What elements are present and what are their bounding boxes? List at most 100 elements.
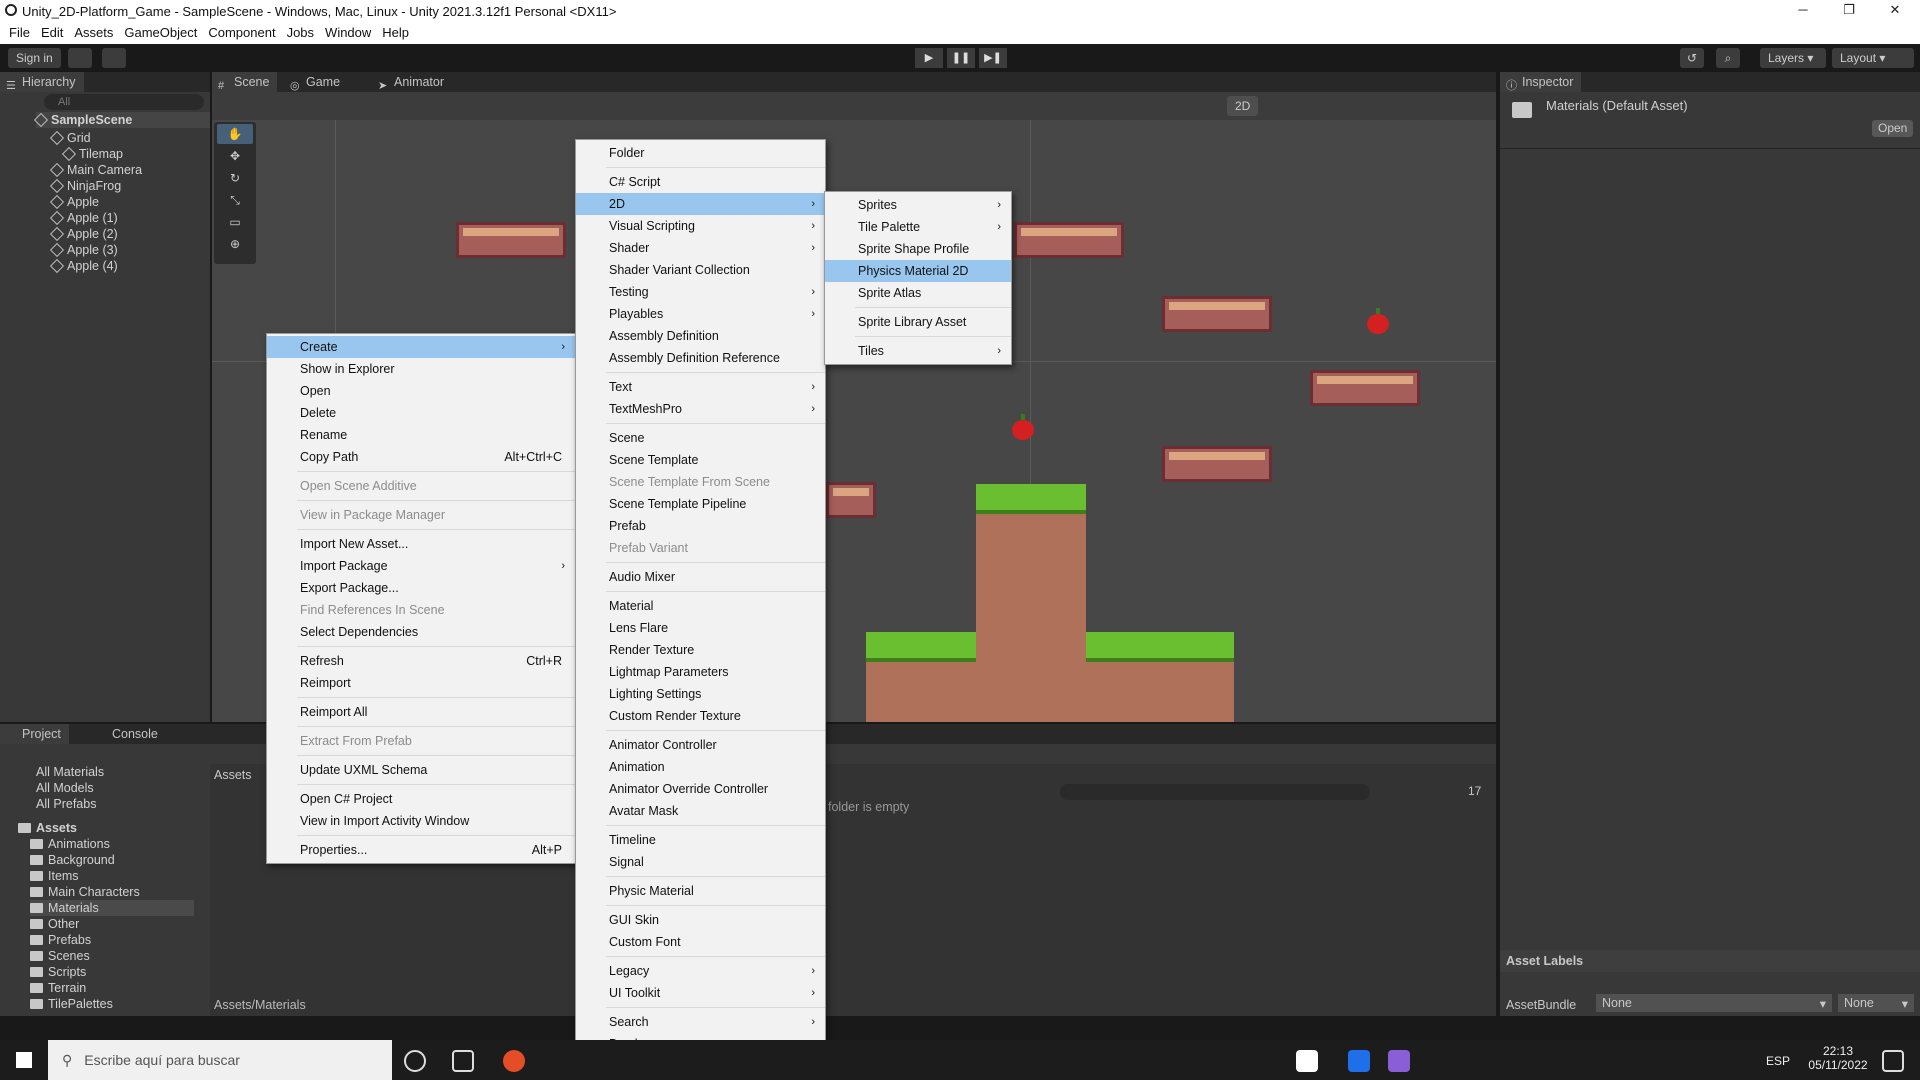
hierarchy-item[interactable]: Apple (4) [49,258,118,274]
project-search-input[interactable] [1060,784,1370,800]
transform-tool-icon[interactable]: ⊕ [217,234,253,254]
assets-root-folder[interactable]: Assets [18,820,77,836]
pause-button[interactable]: ❚❚ [947,48,975,68]
menu-item-audio-mixer[interactable]: Audio Mixer [576,566,825,588]
history-icon[interactable]: ↺ [1680,48,1704,68]
menu-item-update-uxml-schema[interactable]: Update UXML Schema [267,759,575,781]
tab-console[interactable]: Console [90,724,166,744]
menu-item-custom-font[interactable]: Custom Font [576,931,825,953]
tab-scene[interactable]: # Scene [212,72,278,92]
menu-item-shader-variant-collection[interactable]: Shader Variant Collection [576,259,825,281]
menu-item-custom-render-texture[interactable]: Custom Render Texture [576,705,825,727]
menu-item-assembly-definition-reference[interactable]: Assembly Definition Reference [576,347,825,369]
layout-dropdown[interactable]: Layout ▾ [1832,48,1914,68]
hierarchy-item[interactable]: NinjaFrog [49,178,121,194]
menu-item-sprite-shape-profile[interactable]: Sprite Shape Profile [825,238,1011,260]
folder-item[interactable]: TilePalettes [30,996,113,1012]
tab-animator[interactable]: ➤ Animator [372,72,452,92]
cloud-icon[interactable] [68,48,92,68]
step-button[interactable]: ▶❚ [979,48,1007,68]
hierarchy-item[interactable]: Apple (3) [49,242,118,258]
menu-item-open[interactable]: Open [267,380,575,402]
menu-file[interactable]: File [9,22,30,44]
menu-item-timeline[interactable]: Timeline [576,829,825,851]
hand-tool-icon[interactable]: ✋ [217,124,253,144]
rotate-tool-icon[interactable]: ↻ [217,168,253,188]
open-button[interactable]: Open [1872,120,1914,137]
scale-tool-icon[interactable]: ⤡ [217,190,253,210]
vscode-icon[interactable] [1348,1050,1370,1072]
menu-item-animator-controller[interactable]: Animator Controller [576,734,825,756]
hierarchy-item[interactable]: Tilemap [61,146,123,162]
folder-item[interactable]: Other [30,916,79,932]
menu-item-physic-material[interactable]: Physic Material [576,880,825,902]
menu-item-view-in-import-activity-window[interactable]: View in Import Activity Window [267,810,575,832]
windows-start-icon[interactable] [16,1052,32,1068]
folder-item[interactable]: Prefabs [30,932,91,948]
menu-item-open-c-project[interactable]: Open C# Project [267,788,575,810]
menu-item-gui-skin[interactable]: GUI Skin [576,909,825,931]
menu-assets[interactable]: Assets [74,22,113,44]
menu-item-folder[interactable]: Folder [576,142,825,164]
menu-item-tiles[interactable]: Tiles › [825,340,1011,362]
menu-item-show-in-explorer[interactable]: Show in Explorer [267,358,575,380]
cortana-icon[interactable] [404,1050,426,1072]
menu-item-create[interactable]: Create › [267,336,575,358]
asset-variant-dropdown[interactable]: None ▾ [1838,994,1914,1012]
breadcrumb[interactable]: Assets [214,768,252,782]
folder-item[interactable]: Terrain [30,980,86,996]
menu-item-sprites[interactable]: Sprites › [825,194,1011,216]
menu-item-physics-material-2d[interactable]: Physics Material 2D [825,260,1011,282]
rect-tool-icon[interactable]: ▭ [217,212,253,232]
menu-item-copy-path[interactable]: Copy Path Alt+Ctrl+C [267,446,575,468]
folder-item[interactable]: Background [30,852,115,868]
play-button[interactable]: ▶ [915,48,943,68]
favorite-item[interactable]: All Materials [36,764,104,780]
close-button[interactable]: ✕ [1872,0,1918,22]
folder-item[interactable]: Main Characters [30,884,140,900]
menu-item-export-package[interactable]: Export Package... [267,577,575,599]
menu-item-properties[interactable]: Properties... Alt+P [267,839,575,861]
minimize-button[interactable]: ─ [1780,0,1826,22]
menu-item-material[interactable]: Material [576,595,825,617]
menu-item-c-script[interactable]: C# Script [576,171,825,193]
language-indicator[interactable]: ESP [1766,1054,1790,1068]
hierarchy-item[interactable]: Apple (1) [49,210,118,226]
2d-toggle[interactable]: 2D [1227,96,1259,116]
hierarchy-item[interactable]: Apple (2) [49,226,118,242]
task-view-icon[interactable] [452,1050,474,1072]
visual-studio-icon[interactable] [1388,1050,1410,1072]
layers-dropdown[interactable]: Layers ▾ [1760,48,1826,68]
menu-item-lens-flare[interactable]: Lens Flare [576,617,825,639]
hierarchy-item[interactable]: Grid [49,130,91,146]
folder-item[interactable]: Animations [30,836,110,852]
menu-item-playables[interactable]: Playables › [576,303,825,325]
menu-item-testing[interactable]: Testing › [576,281,825,303]
asset-bundle-dropdown[interactable]: None ▾ [1596,994,1832,1012]
menu-item-scene-template-pipeline[interactable]: Scene Template Pipeline [576,493,825,515]
menu-item-sprite-library-asset[interactable]: Sprite Library Asset [825,311,1011,333]
menu-item-visual-scripting[interactable]: Visual Scripting › [576,215,825,237]
folder-item[interactable]: Scripts [30,964,86,980]
menu-item-refresh[interactable]: Refresh Ctrl+R [267,650,575,672]
menu-item-prefab[interactable]: Prefab [576,515,825,537]
tab-hierarchy[interactable]: ☰ Hierarchy [0,72,84,92]
folder-item[interactable]: Scenes [30,948,90,964]
menu-item-assembly-definition[interactable]: Assembly Definition [576,325,825,347]
clock[interactable]: 22:13 05/11/2022 [1808,1044,1868,1072]
hierarchy-item[interactable]: Main Camera [49,162,142,178]
menu-jobs[interactable]: Jobs [287,22,314,44]
menu-item-animator-override-controller[interactable]: Animator Override Controller [576,778,825,800]
menu-item-reimport-all[interactable]: Reimport All [267,701,575,723]
favorite-item[interactable]: All Models [36,780,94,796]
menu-item-signal[interactable]: Signal [576,851,825,873]
menu-component[interactable]: Component [208,22,275,44]
menu-item-avatar-mask[interactable]: Avatar Mask [576,800,825,822]
collab-icon[interactable] [102,48,126,68]
menu-item-2d[interactable]: 2D › [576,193,825,215]
menu-gameobject[interactable]: GameObject [124,22,197,44]
menu-edit[interactable]: Edit [41,22,63,44]
sign-in-button[interactable]: Sign in [8,48,61,68]
menu-item-animation[interactable]: Animation [576,756,825,778]
menu-item-delete[interactable]: Delete [267,402,575,424]
